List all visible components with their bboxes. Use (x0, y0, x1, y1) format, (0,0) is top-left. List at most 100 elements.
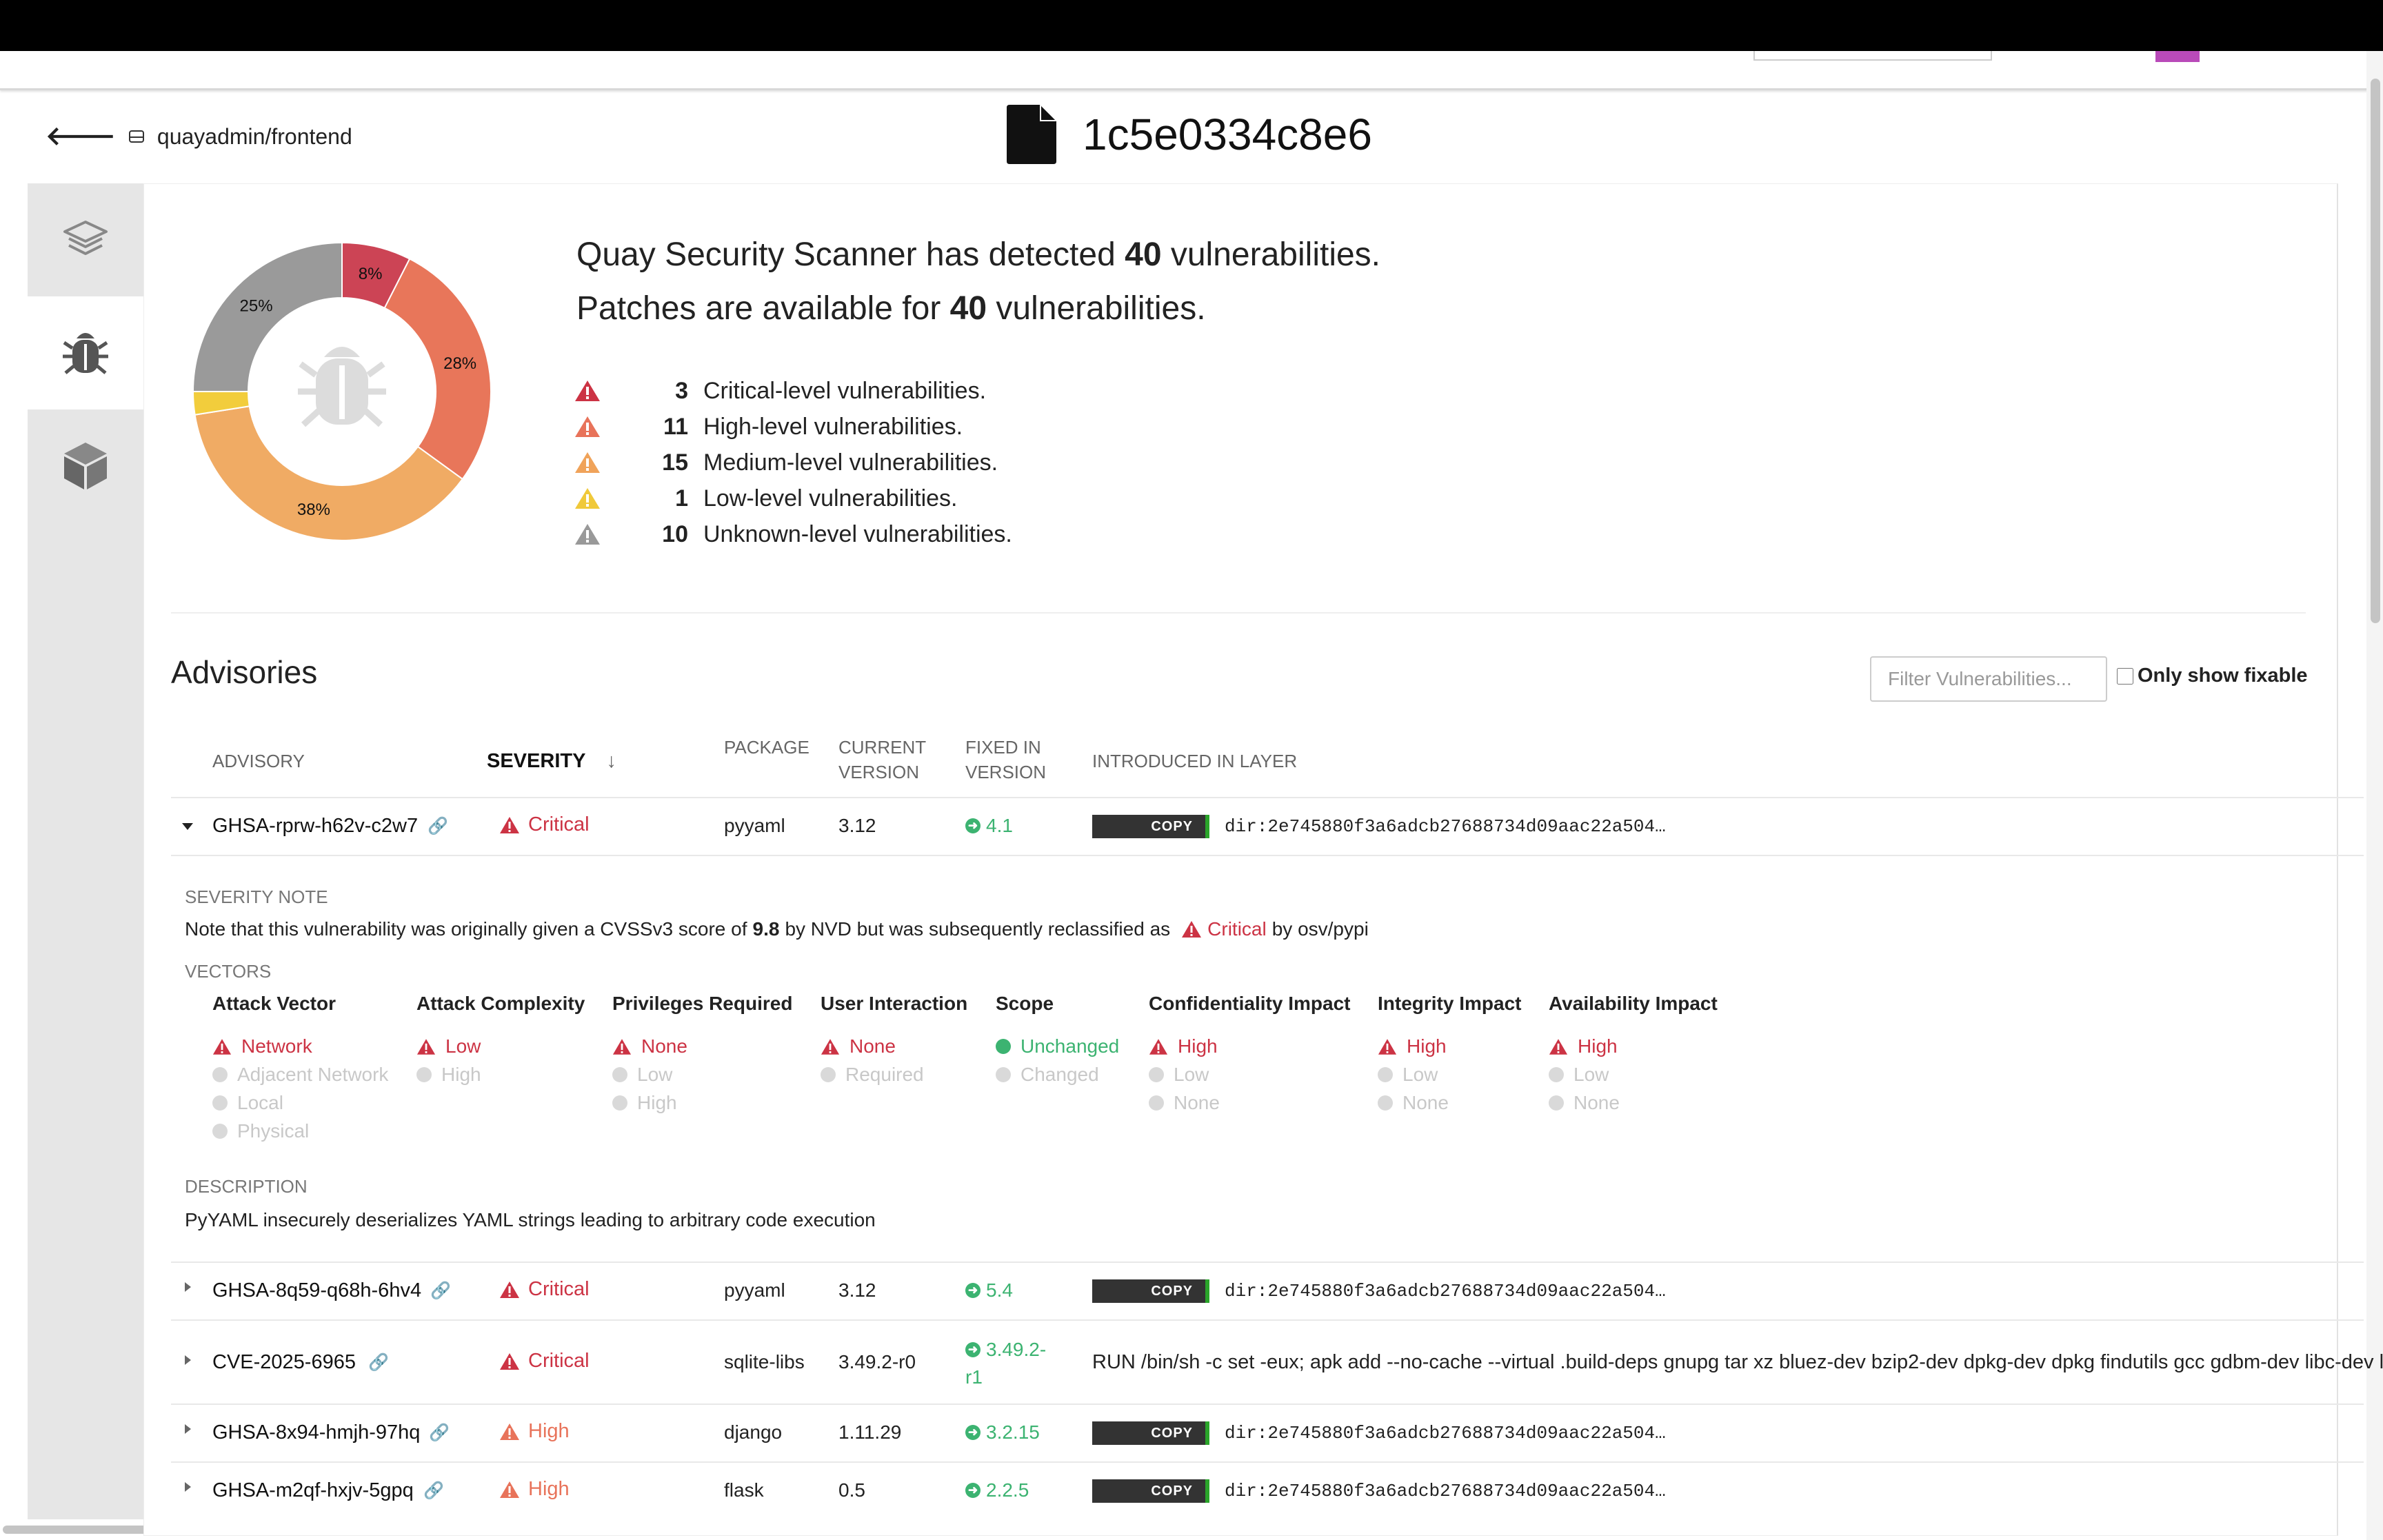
app-header-bar (0, 51, 2383, 90)
copy-layer-button[interactable]: COPY (1092, 1479, 1209, 1503)
advisory-id: GHSA-8q59-q68h-6hv4 (212, 1279, 422, 1301)
tab-layers[interactable] (28, 183, 143, 296)
inactive-dot-icon (1149, 1067, 1164, 1082)
table-row[interactable]: GHSA-m2qf-hxjv-5gpq 🔗 High flask 0.5 ➜ 2… (171, 1463, 2364, 1519)
layer-digest: dir:2e745880f3a6adcb27688734d09aac22a504… (1225, 1481, 1666, 1501)
layer-digest: dir:2e745880f3a6adcb27688734d09aac22a504… (1225, 816, 1666, 837)
detected-text: Quay Security Scanner has detected (576, 236, 1116, 273)
expand-caret-icon[interactable] (185, 1282, 191, 1292)
severity-level-item: 15 Medium-level vulnerabilities. (574, 445, 998, 480)
row-divider (171, 855, 2364, 856)
bug-icon (63, 333, 108, 374)
vertical-scrollbar[interactable] (2366, 51, 2383, 1540)
vector-scope-option: Unchanged (996, 1035, 1119, 1057)
check-circle-icon (996, 1039, 1011, 1054)
severity-badge: Critical (499, 1278, 590, 1301)
vertical-scrollbar-thumb[interactable] (2371, 79, 2380, 623)
detected-count: 40 (1125, 236, 1162, 273)
vector-privileges-required-heading: Privileges Required (612, 993, 793, 1014)
header-search-input[interactable] (1753, 51, 1992, 61)
back-to-repository-link[interactable]: 🡐 quayadmin/frontend (46, 121, 352, 152)
column-header-advisory[interactable]: ADVISORY (212, 749, 305, 773)
vector-option-text: Unchanged (1020, 1035, 1120, 1057)
table-row[interactable]: GHSA-rprw-h62v-c2w7 🔗 Critical pyyaml 3.… (171, 798, 2364, 855)
advisories-heading: Advisories (171, 654, 318, 690)
severity-note-label: SEVERITY NOTE (185, 886, 328, 907)
donut-bug-watermark-icon (298, 347, 386, 427)
tab-packages[interactable] (28, 409, 143, 523)
fix-available-icon: ➜ (965, 818, 981, 833)
inactive-dot-icon (1149, 1095, 1164, 1111)
vector-attack-vector-option: Local (212, 1092, 283, 1114)
inactive-dot-icon (996, 1067, 1011, 1082)
vector-option-text: High (1178, 1035, 1218, 1057)
only-fixable-checkbox[interactable] (2117, 667, 2133, 685)
cvss-score: 9.8 (752, 918, 780, 940)
vector-availability-impact-option: Low (1549, 1064, 1609, 1086)
copy-layer-button[interactable]: COPY (1092, 1421, 1209, 1445)
layer-command: RUN /bin/sh -c set -eux; apk add --no-ca… (1092, 1351, 2383, 1373)
table-row[interactable]: GHSA-8q59-q68h-6hv4 🔗 Critical pyyaml 3.… (171, 1263, 2364, 1319)
filter-vulnerabilities-input[interactable] (1870, 656, 2107, 702)
vector-attack-complexity-option: High (416, 1064, 481, 1086)
expand-caret-icon[interactable] (185, 1482, 191, 1492)
inactive-dot-icon (612, 1067, 627, 1082)
copy-layer-button[interactable]: COPY (1092, 815, 1209, 838)
vector-option-text: Adjacent Network (237, 1064, 389, 1085)
tab-security-scan[interactable] (28, 296, 143, 409)
critical-warning-icon (1378, 1038, 1397, 1055)
advisory-link-icon[interactable]: 🔗 (429, 1423, 450, 1443)
advisory-id: GHSA-m2qf-hxjv-5gpq (212, 1479, 414, 1501)
collapse-caret-icon[interactable] (182, 823, 193, 830)
vector-user-interaction-heading: User Interaction (821, 993, 968, 1014)
package-name: pyyaml (724, 1279, 785, 1301)
note-prefix: Note that this vulnerability was origina… (185, 918, 747, 940)
donut-slice-label: 28% (443, 354, 476, 373)
inactive-dot-icon (821, 1067, 836, 1082)
warning-triangle-icon (575, 488, 600, 509)
column-header-package[interactable]: PACKAGE (724, 735, 810, 760)
warning-triangle-icon (575, 524, 600, 545)
expand-caret-icon[interactable] (185, 1355, 191, 1365)
fixed-version: ➜ 2.2.5 (965, 1479, 1029, 1501)
only-fixable-toggle[interactable]: Only show fixable (2117, 665, 2308, 687)
donut-slice-medium[interactable] (194, 405, 464, 541)
column-header-fixed-version[interactable]: FIXED IN VERSION (965, 735, 1046, 784)
column-header-severity[interactable]: SEVERITY ↓ (487, 749, 616, 773)
user-avatar[interactable] (2155, 51, 2200, 62)
high-warning-icon (500, 1481, 519, 1498)
vector-attack-vector-option: Adjacent Network (212, 1064, 388, 1086)
vectors-label: VECTORS (185, 961, 272, 982)
repository-name[interactable]: quayadmin/frontend (157, 124, 352, 150)
current-version-header-line2: VERSION (838, 762, 920, 782)
advisory-link-icon[interactable]: 🔗 (368, 1352, 389, 1372)
inactive-dot-icon (212, 1095, 228, 1111)
vector-availability-impact-heading: Availability Impact (1549, 993, 1718, 1014)
vector-option-text: Low (637, 1064, 673, 1085)
advisory-link-icon[interactable]: 🔗 (423, 1481, 444, 1501)
advisory-link-icon[interactable]: 🔗 (430, 1281, 451, 1301)
severity-badge: Critical (499, 1350, 590, 1372)
inactive-dot-icon (1549, 1067, 1564, 1082)
vector-option-text: High (1578, 1035, 1618, 1057)
table-row[interactable]: GHSA-8x94-hmjh-97hq 🔗 High django 1.11.2… (171, 1405, 2364, 1461)
repository-icon (128, 130, 144, 143)
table-row[interactable]: CVE-2025-6965 🔗 Critical sqlite-libs 3.4… (171, 1321, 2383, 1404)
critical-warning-icon (500, 816, 519, 833)
section-divider (171, 612, 2306, 614)
package-icon (64, 443, 107, 489)
vector-attack-vector-option: Physical (212, 1120, 309, 1142)
vector-option-text: None (849, 1035, 896, 1057)
severity-badge: High (499, 1420, 570, 1443)
severity-level-label: Low-level vulnerabilities. (703, 485, 958, 511)
copy-layer-button[interactable]: COPY (1092, 1279, 1209, 1303)
expand-caret-icon[interactable] (185, 1424, 191, 1434)
advisory-link-icon[interactable]: 🔗 (428, 816, 448, 836)
detected-summary-line: Quay Security Scanner has detected 40 vu… (576, 236, 1380, 274)
file-icon (1007, 105, 1056, 164)
fixed-version-text: 3.2.15 (986, 1421, 1040, 1443)
column-header-current-version[interactable]: CURRENT VERSION (838, 735, 926, 784)
vector-scope-heading: Scope (996, 993, 1054, 1014)
column-header-introduced-layer[interactable]: INTRODUCED IN LAYER (1092, 749, 1297, 773)
donut-slice-label: 25% (240, 297, 273, 316)
